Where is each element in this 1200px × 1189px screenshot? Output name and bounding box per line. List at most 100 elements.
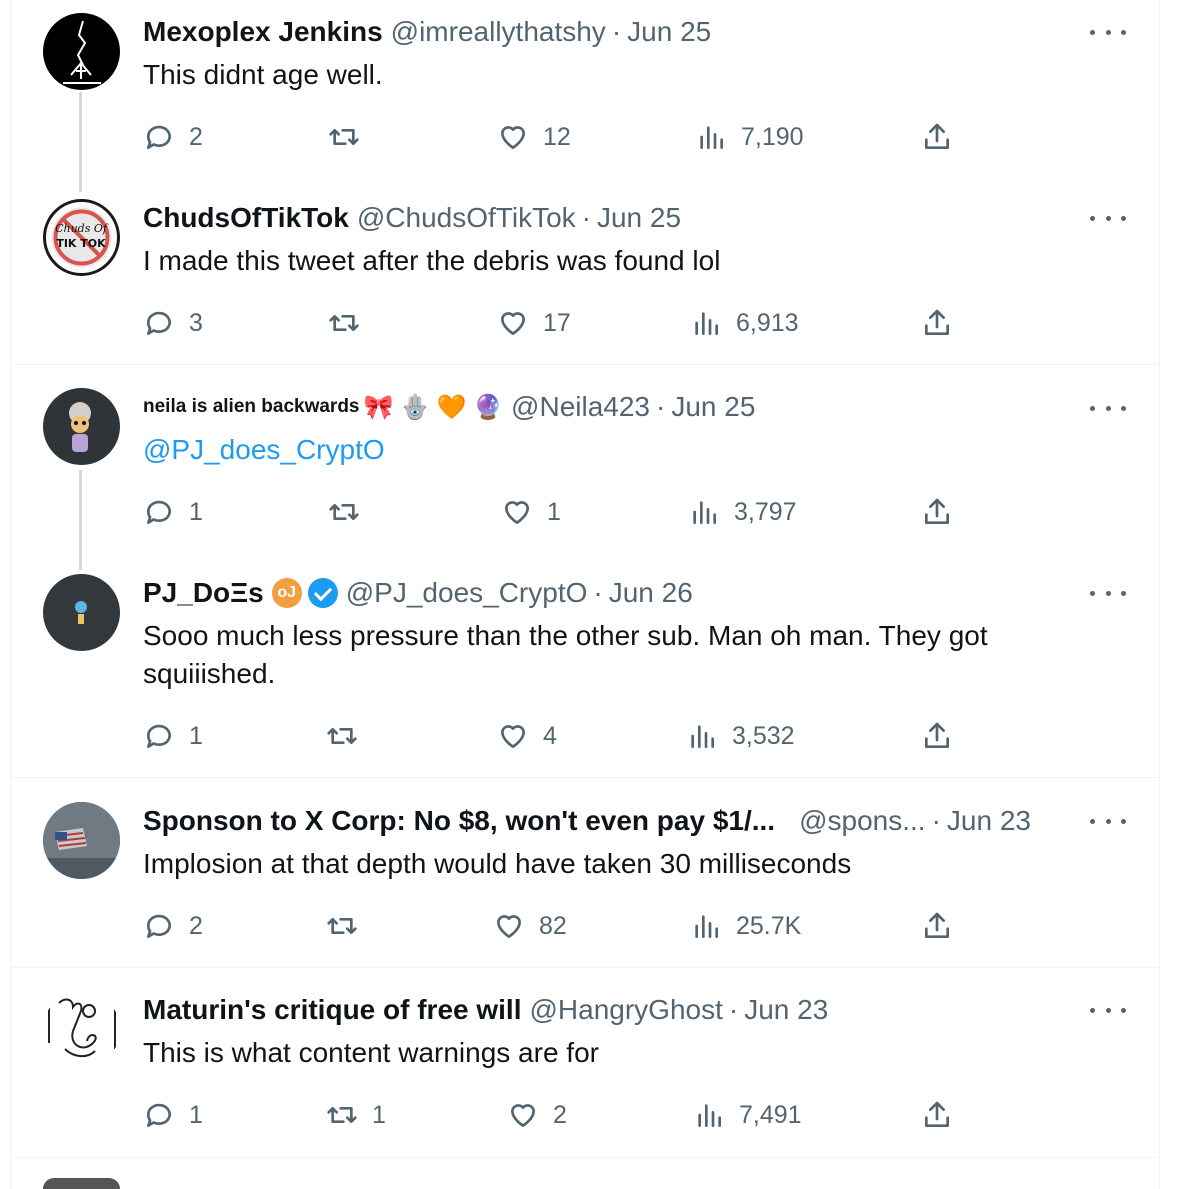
author-name[interactable]: Mexoplex Jenkins [143, 16, 383, 48]
share-button[interactable] [921, 1097, 953, 1133]
like-button[interactable]: 1 [501, 494, 561, 530]
avatar[interactable] [43, 802, 120, 879]
author-handle[interactable]: @ChudsOfTikTok [357, 202, 576, 234]
like-count: 82 [539, 911, 567, 940]
like-button[interactable]: 4 [497, 718, 557, 754]
views-button[interactable]: 3,532 [686, 718, 795, 754]
views-button[interactable]: 6,913 [690, 305, 799, 341]
views-button[interactable]: 3,797 [688, 494, 797, 530]
avatar[interactable] [43, 13, 120, 90]
verified-icon [307, 578, 338, 608]
like-button[interactable]: 82 [493, 908, 567, 944]
tweet-date[interactable]: Jun 25 [597, 202, 681, 234]
retweet-icon [329, 129, 359, 145]
reply-icon [147, 500, 171, 524]
retweet-count: 1 [372, 1100, 386, 1129]
avatar[interactable]: Chuds Of TIK TOK [43, 199, 120, 276]
tweet-header: Sponson to X Corp: No $8, won't even pay… [143, 803, 1031, 839]
retweet-button[interactable]: 1 [326, 1097, 386, 1133]
like-button[interactable]: 2 [507, 1097, 567, 1133]
more-icon[interactable] [1090, 22, 1126, 42]
views-count: 3,532 [732, 721, 795, 750]
avatar[interactable] [43, 574, 120, 651]
views-count: 3,797 [734, 497, 797, 526]
author-name[interactable]: PJ_DoΞs [143, 577, 264, 609]
tweet-date[interactable]: Jun 23 [947, 805, 1031, 837]
mention-link[interactable]: @PJ_does_CryptO [143, 434, 385, 465]
author-handle[interactable]: @imreallythatshy [391, 16, 606, 48]
views-count: 7,190 [741, 122, 804, 151]
affiliate-badge: oJ [271, 578, 302, 608]
avatar[interactable] [43, 991, 120, 1068]
retweet-button[interactable] [326, 908, 372, 944]
like-button[interactable]: 12 [497, 119, 571, 155]
reply-icon [147, 1103, 171, 1127]
views-icon [695, 312, 718, 335]
retweet-icon [327, 1107, 357, 1123]
views-icon [698, 1104, 721, 1127]
separator-dot: · [728, 994, 739, 1025]
retweet-icon [329, 504, 359, 520]
tweet-text: Implosion at that depth would have taken… [143, 848, 852, 879]
reply-button[interactable]: 2 [143, 908, 203, 944]
share-icon [925, 1101, 949, 1127]
reply-count: 2 [189, 122, 203, 151]
avatar[interactable] [43, 388, 120, 465]
views-icon [693, 501, 716, 524]
author-name[interactable]: neila is alien backwards [143, 396, 360, 418]
reply-icon [147, 724, 171, 748]
tweet-header: neila is alien backwards 🎀 🪬 🧡 🔮 @Neila4… [143, 389, 755, 425]
tweet-text: This is what content warnings are for [143, 1037, 599, 1068]
tweet-header: Maturin's critique of free will @HangryG… [143, 992, 828, 1028]
share-button[interactable] [921, 494, 953, 530]
share-button[interactable] [921, 305, 953, 341]
more-icon[interactable] [1090, 1000, 1126, 1020]
retweet-button[interactable] [326, 718, 372, 754]
tweet-date[interactable]: Jun 26 [609, 577, 693, 609]
tweet-text: This didnt age well. [143, 59, 383, 90]
views-button[interactable]: 7,190 [695, 119, 804, 155]
author-handle[interactable]: @spons... [799, 805, 925, 837]
views-button[interactable]: 7,491 [693, 1097, 802, 1133]
share-button[interactable] [921, 119, 953, 155]
share-button[interactable] [921, 908, 953, 944]
reply-icon [147, 311, 171, 335]
more-icon[interactable] [1090, 583, 1126, 603]
thread-line [79, 470, 82, 570]
retweet-icon [327, 728, 357, 744]
share-button[interactable] [921, 718, 953, 754]
avatar[interactable] [43, 1178, 120, 1189]
author-handle[interactable]: @Neila423 [511, 391, 650, 423]
like-count: 4 [543, 721, 557, 750]
more-icon[interactable] [1090, 398, 1126, 418]
views-button[interactable]: 25.7K [690, 908, 801, 944]
like-icon [511, 1104, 535, 1127]
reply-button[interactable]: 1 [143, 718, 203, 754]
author-name[interactable]: Sponson to X Corp: No $8, won't even pay… [143, 805, 775, 837]
retweet-button[interactable] [328, 494, 374, 530]
retweet-button[interactable] [328, 305, 374, 341]
like-icon [497, 915, 521, 938]
tweet-date[interactable]: Jun 23 [744, 994, 828, 1026]
author-name[interactable]: Maturin's critique of free will [143, 994, 522, 1026]
like-button[interactable]: 17 [497, 305, 571, 341]
author-name[interactable]: ChudsOfTikTok [143, 202, 349, 234]
reply-button[interactable]: 3 [143, 305, 203, 341]
reply-button[interactable]: 1 [143, 1097, 203, 1133]
reply-button[interactable]: 2 [143, 119, 203, 155]
svg-text:Chuds Of: Chuds Of [55, 222, 109, 235]
retweet-button[interactable] [328, 119, 374, 155]
reply-icon [147, 914, 171, 938]
reply-button[interactable]: 1 [143, 494, 203, 530]
divider [11, 777, 1158, 778]
more-icon[interactable] [1090, 811, 1126, 831]
tweet-date[interactable]: Jun 25 [671, 391, 755, 423]
share-icon [925, 309, 949, 335]
author-handle[interactable]: @PJ_does_CryptO [346, 577, 588, 609]
more-icon[interactable] [1090, 208, 1126, 228]
tweet-date[interactable]: Jun 25 [627, 16, 711, 48]
separator-dot: · [611, 16, 622, 47]
author-handle[interactable]: @HangryGhost [530, 994, 723, 1026]
separator-dot: · [581, 202, 591, 233]
views-icon [695, 915, 718, 938]
